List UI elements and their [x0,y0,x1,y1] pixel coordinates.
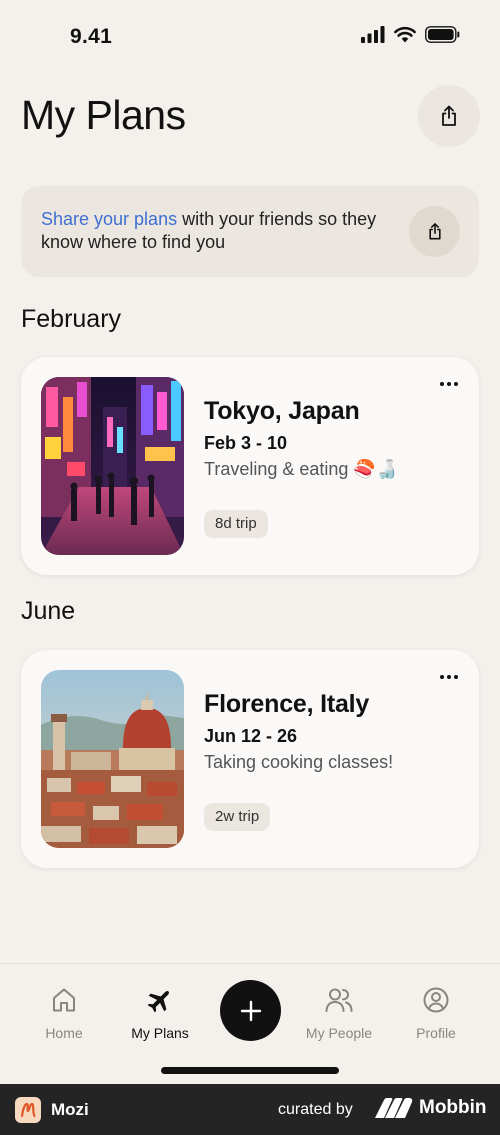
tab-bar: Home My Plans My People Profile [0,963,500,1084]
tab-label: My People [305,1025,373,1041]
plan-image-florence [41,670,184,848]
screen: 9.41 My Plans Share your plans with your… [0,0,500,1135]
cellular-signal-icon [361,26,385,43]
share-icon [428,223,441,240]
home-indicator [161,1067,339,1074]
plan-image-tokyo [41,377,184,555]
tab-label: My Plans [131,1025,189,1041]
plan-dates: Jun 12 - 26 [204,726,298,746]
section-title-june: June [21,597,76,625]
share-icon [442,105,456,126]
profile-icon [423,987,449,1013]
page-title: My Plans [21,92,186,138]
home-icon [53,988,75,1012]
plan-dates: Feb 3 - 10 [204,433,288,453]
share-button[interactable] [418,85,480,147]
plan-description: Taking cooking classes! [204,752,394,772]
footer-app-name: Mozi [51,1100,89,1119]
banner-share-button[interactable] [409,206,460,257]
more-icon [440,382,458,386]
more-options-button[interactable] [437,665,461,689]
battery-icon [425,26,460,43]
wifi-icon [394,26,416,43]
tab-my-plans[interactable]: My Plans [112,984,208,1041]
share-plans-banner: Share your plans with your friends so th… [21,186,479,277]
status-time: 9.41 [70,25,113,48]
status-icons [361,26,460,43]
share-plans-link[interactable]: Share your plans [41,209,177,229]
footer-brand: Mobbin [419,1097,487,1118]
plan-name: Tokyo, Japan [204,397,360,425]
trip-length-badge: 2w trip [204,803,271,831]
airplane-icon [147,991,169,1013]
tab-label: Home [45,1025,83,1041]
share-banner-text: Share your plans with your friends so th… [41,208,411,254]
plan-card-florence[interactable]: Florence, Italy Jun 12 - 26 Taking cooki… [21,650,479,868]
more-icon [440,675,458,679]
plan-description: Traveling & eating 🍣🍶 [204,459,399,479]
tab-profile[interactable]: Profile [388,984,484,1041]
more-options-button[interactable] [437,372,461,396]
status-bar: 9.41 [0,0,500,76]
app-logo-icon [15,1097,41,1123]
mobbin-footer: Mozi curated by Mobbin [0,1084,500,1135]
trip-length-badge: 8d trip [204,510,268,538]
plan-card-tokyo[interactable]: Tokyo, Japan Feb 3 - 10 Traveling & eati… [21,357,479,575]
plan-name: Florence, Italy [204,690,370,718]
mobbin-logo: Mobbin [375,1097,487,1119]
plus-icon [240,1000,261,1021]
tab-label: Profile [416,1025,456,1041]
section-title-february: February [21,305,122,333]
tab-my-people[interactable]: My People [291,984,387,1041]
tab-home[interactable]: Home [16,984,112,1041]
add-plan-button[interactable] [220,980,281,1041]
people-icon [325,988,353,1012]
mobbin-logo-icon [375,1098,413,1118]
footer-curated-by: curated by [278,1101,353,1118]
